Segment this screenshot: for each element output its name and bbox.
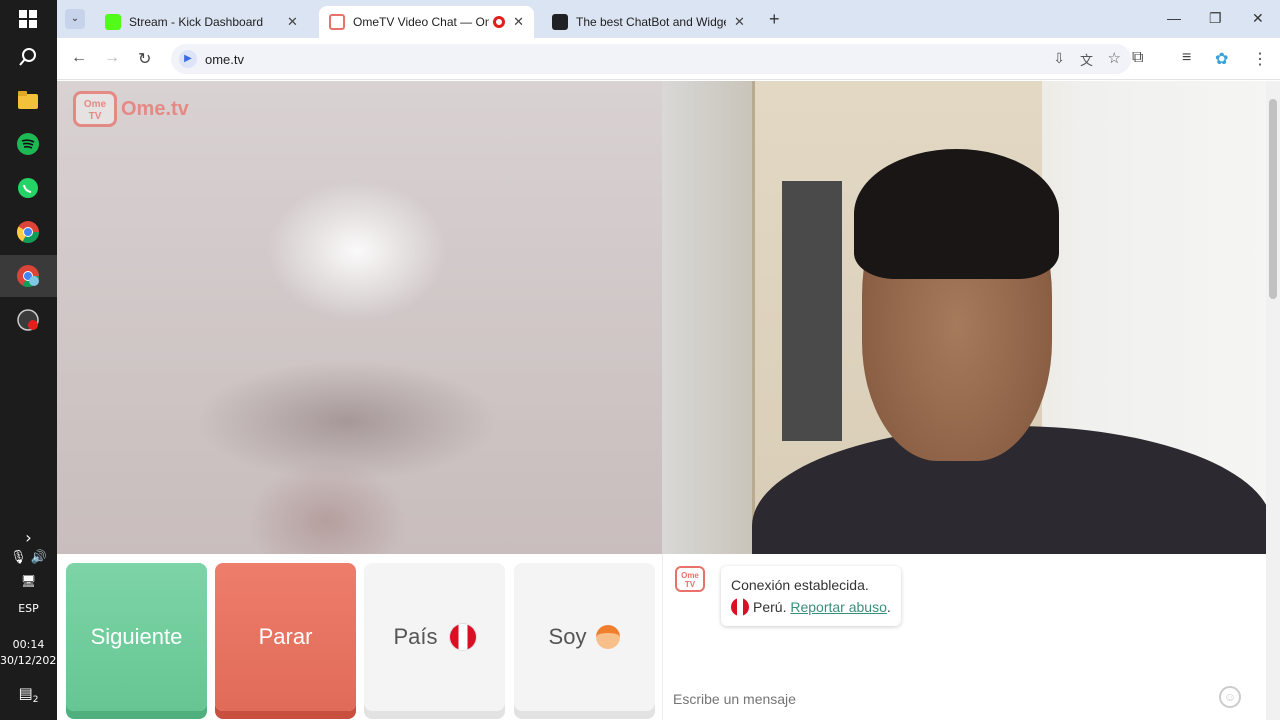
report-suffix: .	[886, 599, 891, 615]
language-indicator[interactable]: ESP	[0, 602, 57, 615]
close-window-icon[interactable]: ✕	[1252, 10, 1264, 27]
close-tab-icon[interactable]: ✕	[287, 14, 298, 30]
spotify-icon[interactable]	[14, 130, 42, 158]
system-message: Conexión establecida. Perú. Reportar abu…	[721, 566, 901, 626]
clock-date[interactable]: 30/12/2025	[0, 654, 63, 667]
logo-text: Ome.tv	[121, 97, 189, 120]
message-input[interactable]	[663, 678, 1258, 720]
remote-video: Ome TV Ome.tv	[57, 81, 662, 554]
scrollbar-thumb[interactable]	[1269, 99, 1277, 299]
network-icon[interactable]: 🖥	[0, 574, 57, 588]
ometv-logo-icon: Ome TV	[73, 91, 117, 127]
local-video	[662, 81, 1266, 554]
stop-button[interactable]: Parar	[215, 563, 356, 711]
notification-count: 2	[32, 695, 39, 705]
tab-strip: ⌄ Stream - Kick Dashboard ✕ OmeTV Video …	[57, 0, 1280, 38]
tab-chatbot[interactable]: The best ChatBot and Widgets ✕	[542, 6, 756, 38]
gender-button[interactable]: Soy	[514, 563, 655, 711]
url-text: ome.tv	[205, 52, 245, 67]
next-button-label: Siguiente	[90, 624, 183, 649]
chatbot-icon	[552, 14, 568, 30]
recording-icon	[493, 16, 506, 28]
logo-icon-text: Ome	[83, 99, 107, 110]
address-bar[interactable]: ▶ ome.tv ⇩ 文 ☆	[171, 44, 1131, 74]
logo-icon-text: TV	[88, 111, 102, 122]
reload-icon[interactable]: ↻	[138, 49, 151, 69]
mic-speaker-icons[interactable]: 🎙 🔊	[0, 550, 57, 565]
tab-title: OmeTV Video Chat — Ome	[353, 15, 490, 29]
windows-taskbar: › 🎙 🔊 🖥 ESP 00:14 30/12/2025 ▤2	[0, 0, 63, 720]
browser-toolbar: ← → ↻ ▶ ome.tv ⇩ 文 ☆ ⧉ ≡ ✿ ⋮	[57, 38, 1280, 80]
whatsapp-icon[interactable]	[14, 174, 42, 202]
chat-panel: Ome TV Conexión establecida. Perú. Report…	[662, 554, 1258, 720]
ometv-chat-logo-icon: Ome TV	[675, 566, 705, 592]
background-shadow	[782, 181, 842, 441]
translate-icon[interactable]: 文	[1080, 50, 1093, 69]
tab-title: Stream - Kick Dashboard	[129, 15, 264, 29]
person-hair	[854, 149, 1059, 279]
tab-search-icon[interactable]: ⌄	[65, 9, 85, 29]
tab-title: The best ChatBot and Widgets	[576, 15, 726, 29]
minimize-icon[interactable]: —	[1167, 10, 1181, 26]
forward-icon[interactable]: →	[104, 49, 120, 67]
ometv-page: Ome TV Ome.tv Siguiente Parar País Soy O…	[57, 81, 1280, 720]
tab-ometv[interactable]: OmeTV Video Chat — Ome ✕	[319, 6, 534, 38]
profile-avatar-icon[interactable]: ✿	[1215, 49, 1228, 69]
chrome-profile-icon[interactable]	[14, 262, 42, 290]
stop-button-label: Parar	[258, 624, 313, 649]
extensions-icon[interactable]: ⧉	[1132, 49, 1143, 67]
install-app-icon[interactable]: ⇩	[1053, 50, 1065, 67]
country-button-label: País	[393, 624, 438, 649]
chrome-icon[interactable]	[14, 218, 42, 246]
close-tab-icon[interactable]: ✕	[734, 14, 745, 30]
media-controls-icon[interactable]: ≡	[1182, 49, 1191, 67]
windows-start-icon[interactable]	[14, 5, 42, 33]
ometv-icon	[329, 14, 345, 30]
bookmark-star-icon[interactable]: ☆	[1108, 49, 1121, 67]
obs-recording-icon[interactable]	[14, 306, 42, 334]
file-explorer-icon[interactable]	[14, 86, 42, 114]
partner-country-line: Perú. Reportar abuso.	[731, 596, 891, 618]
emoji-icon[interactable]: ☺	[1219, 686, 1241, 708]
connection-status: Conexión establecida.	[731, 577, 869, 593]
new-tab-icon[interactable]: +	[769, 9, 780, 30]
page-scrollbar[interactable]	[1266, 81, 1280, 720]
partner-country: Perú.	[753, 599, 787, 615]
menu-icon[interactable]: ⋮	[1252, 49, 1268, 69]
ometv-logo[interactable]: Ome TV Ome.tv	[73, 91, 189, 127]
back-icon[interactable]: ←	[71, 49, 87, 67]
clock-time[interactable]: 00:14	[0, 638, 57, 651]
kick-icon	[105, 14, 121, 30]
next-button[interactable]: Siguiente	[66, 563, 207, 711]
gender-button-label: Soy	[548, 624, 587, 649]
country-button[interactable]: País	[364, 563, 505, 711]
tab-kick-dashboard[interactable]: Stream - Kick Dashboard ✕	[95, 6, 309, 38]
logo-icon-text: Ome	[681, 571, 699, 580]
chevron-right-icon[interactable]: ›	[0, 528, 57, 547]
camera-permission-icon[interactable]: ▶	[179, 50, 197, 68]
peru-flag-icon	[449, 624, 476, 650]
logo-icon-text: TV	[684, 580, 696, 589]
browser-window: ⌄ Stream - Kick Dashboard ✕ OmeTV Video …	[57, 0, 1280, 720]
peru-flag-icon	[731, 598, 749, 616]
notifications-icon[interactable]: ▤2	[0, 684, 57, 705]
search-icon[interactable]	[14, 43, 42, 71]
close-tab-icon[interactable]: ✕	[513, 14, 524, 30]
report-abuse-link[interactable]: Reportar abuso	[790, 599, 887, 615]
boy-face-icon	[596, 625, 621, 649]
restore-icon[interactable]: ❐	[1209, 10, 1222, 27]
